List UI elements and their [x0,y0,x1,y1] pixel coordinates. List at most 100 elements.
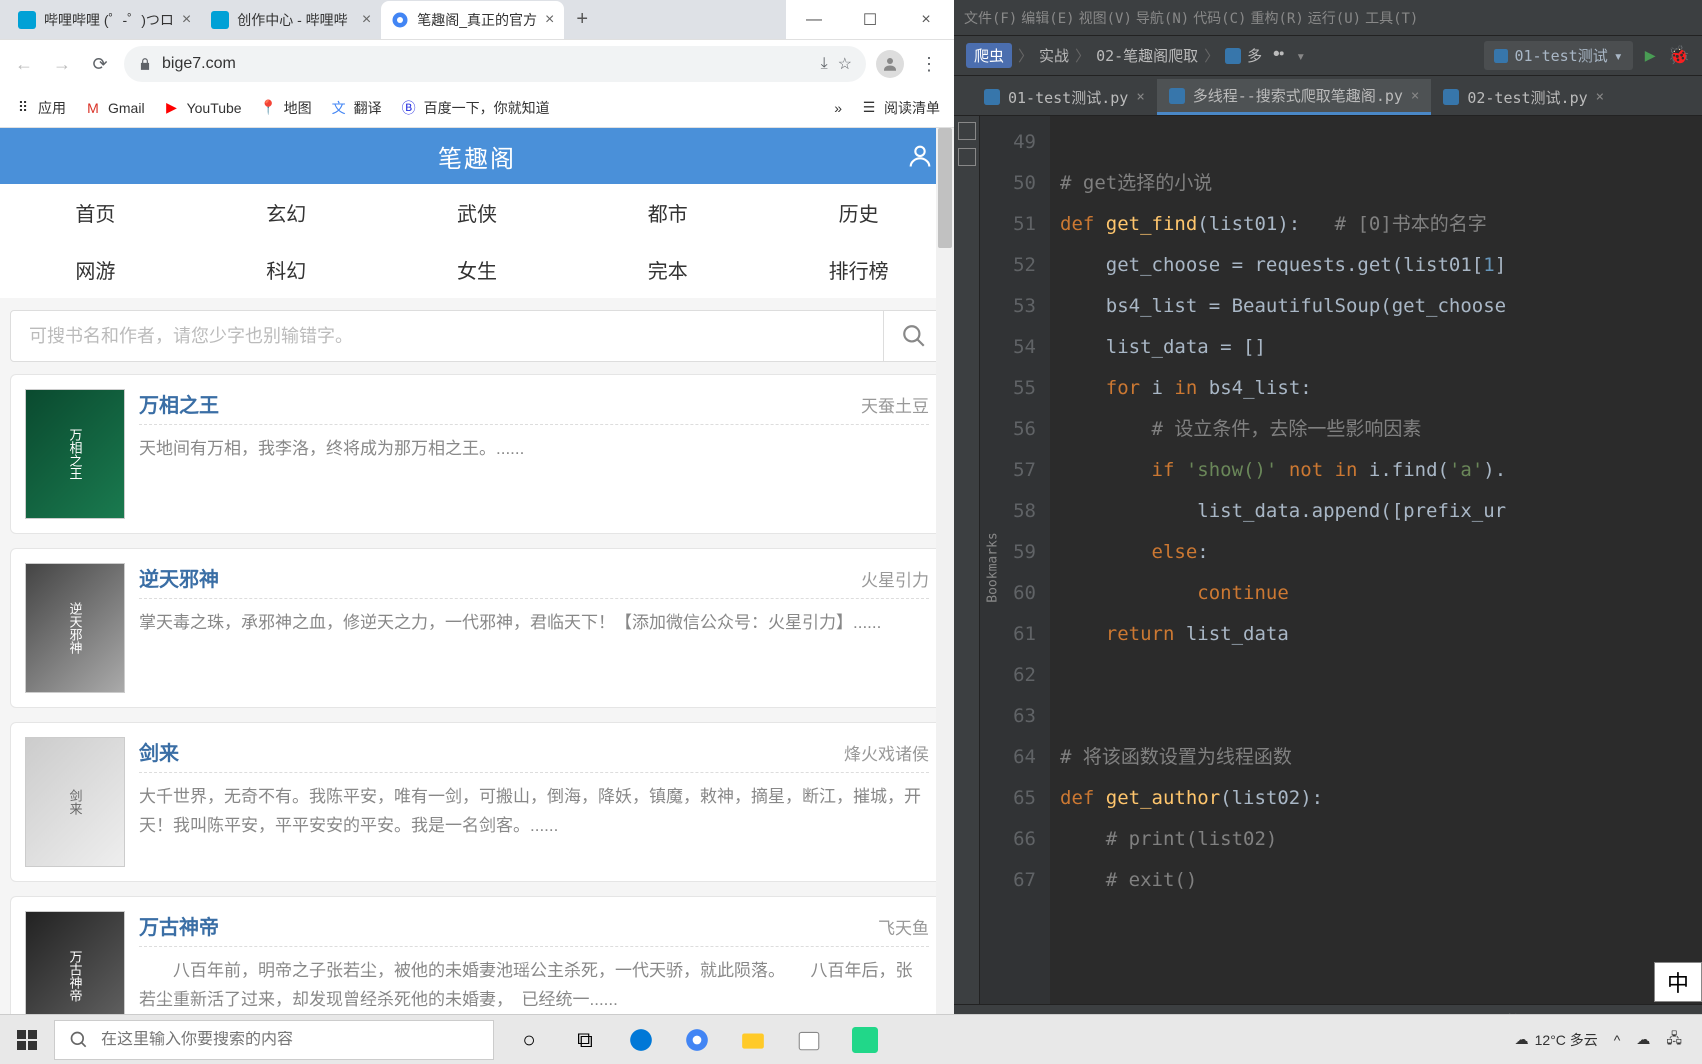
category-link[interactable]: 历史 [763,184,954,241]
category-link[interactable]: 科幻 [191,241,382,298]
install-icon[interactable]: ⤓ [821,55,828,73]
browser-tab[interactable]: 哔哩哔哩 (゜-゜)つロ × [8,1,201,39]
category-link[interactable]: 排行榜 [763,241,954,298]
pycharm-button[interactable] [838,1015,892,1064]
edge-button[interactable] [614,1015,668,1064]
apps-button[interactable]: ⠿应用 [14,98,66,118]
scrollbar[interactable] [936,128,954,1064]
structure-tool-button[interactable] [958,148,976,166]
explorer-button[interactable] [726,1015,780,1064]
book-title[interactable]: 万古神帝 [139,911,219,940]
category-link[interactable]: 首页 [0,184,191,241]
taskbar-search-input[interactable] [101,1031,479,1049]
editor-tab[interactable]: 02-test测试.py× [1431,79,1616,115]
book-title[interactable]: 万相之王 [139,389,219,418]
menu-item[interactable]: 运行(U) [1308,8,1361,28]
minimize-button[interactable]: — [786,0,842,39]
user-icon[interactable] [906,142,934,170]
run-button[interactable]: ▶ [1645,45,1656,66]
network-icon[interactable]: 🖧 [1666,1028,1682,1052]
reload-button[interactable]: ⟳ [86,50,114,78]
address-bar[interactable]: bige7.com ⤓ ☆ [124,46,866,82]
menu-item[interactable]: 编辑(E) [1021,8,1074,28]
category-link[interactable]: 网游 [0,241,191,298]
category-link[interactable]: 女生 [382,241,573,298]
search-button[interactable] [883,311,943,361]
close-icon[interactable]: × [182,11,191,29]
book-card[interactable]: 万相之王 万相之王 天蚕土豆 天地间有万相，我李洛，终将成为那万相之王。....… [10,374,944,534]
close-icon[interactable]: × [545,11,554,29]
star-icon[interactable]: ☆ [838,54,852,74]
site-header: 笔趣阁 [0,128,954,184]
bookmark-gmail[interactable]: MGmail [84,99,145,117]
book-card[interactable]: 剑来 剑来 烽火戏诸侯 大千世界，无奇不有。我陈平安，唯有一剑，可搬山，倒海，降… [10,722,944,882]
category-link[interactable]: 武侠 [382,184,573,241]
menu-item[interactable]: 视图(V) [1079,8,1132,28]
bookmark-label: 翻译 [354,98,382,118]
ime-indicator[interactable]: 中 [1654,962,1702,1002]
start-button[interactable] [0,1015,54,1064]
bookmark-maps[interactable]: 📍地图 [260,98,312,118]
close-icon[interactable]: × [362,11,371,29]
menu-item[interactable]: 文件(F) [964,8,1017,28]
category-link[interactable]: 玄幻 [191,184,382,241]
book-title[interactable]: 逆天邪神 [139,563,219,592]
crumb[interactable]: 实战 [1039,45,1069,66]
taskbar-search[interactable] [54,1020,494,1060]
reading-list-button[interactable]: ☰阅读清单 [860,98,940,118]
edge-icon [628,1027,654,1053]
bookmark-baidu[interactable]: Ⓑ百度一下，你就知道 [400,98,550,118]
bookmark-youtube[interactable]: ▶YouTube [163,99,242,117]
editor-tab[interactable]: 多线程--搜索式爬取笔趣阁.py× [1157,79,1432,115]
tray-chevron-icon[interactable]: ^ [1614,1032,1621,1048]
store-button[interactable] [782,1015,836,1064]
close-icon[interactable]: × [1136,89,1144,105]
menu-item[interactable]: 工具(T) [1365,8,1418,28]
debug-button[interactable]: 🐞 [1668,45,1690,66]
browser-tab[interactable]: 创作中心 - 哔哩哔 × [201,1,381,39]
forward-button[interactable]: → [48,50,76,78]
back-button[interactable]: ← [10,50,38,78]
close-icon[interactable]: × [1411,88,1419,104]
category-link[interactable]: 完本 [572,241,763,298]
chrome-button[interactable] [670,1015,724,1064]
line-number: 65 [980,778,1036,819]
search-input[interactable] [11,326,883,347]
book-cover: 逆天邪神 [25,563,125,693]
bookmark-translate[interactable]: 文翻译 [330,98,382,118]
code-editor[interactable]: 49505152535455565758596061626364656667 #… [980,116,1702,1004]
bookmarks-tool-label[interactable]: Bookmarks [986,532,1001,602]
python-icon [1225,48,1241,64]
weather-widget[interactable]: ☁12°C 多云 [1515,1030,1598,1050]
store-icon [796,1027,822,1053]
menu-item[interactable]: 代码(C) [1193,8,1246,28]
project-tool-button[interactable] [958,122,976,140]
onedrive-icon[interactable]: ☁ [1636,1031,1650,1048]
new-tab-button[interactable]: + [564,8,600,31]
menu-item[interactable]: 重构(R) [1250,8,1303,28]
category-link[interactable]: 都市 [572,184,763,241]
close-icon[interactable]: × [1596,89,1604,105]
browser-tab-active[interactable]: 笔趣阁_真正的官方 × [381,1,564,39]
scrollbar-thumb[interactable] [938,128,952,248]
bookmarks-overflow[interactable]: » [834,100,842,116]
ide-toolbar: 爬虫 〉 实战 〉 02-笔趣阁爬取 〉 多 ▾ 01-test测试 ▾ ▶ 🐞 [954,36,1702,76]
crumb[interactable]: 多 [1247,45,1262,66]
profile-avatar[interactable] [876,50,904,78]
book-title[interactable]: 剑来 [139,737,179,766]
run-config-selector[interactable]: 01-test测试 ▾ [1484,41,1632,70]
editor-tab[interactable]: 01-test测试.py× [972,79,1157,115]
chevron-down-icon[interactable]: ▾ [1296,47,1305,65]
crumb[interactable]: 02-笔趣阁爬取 [1096,45,1198,66]
crumb[interactable]: 爬虫 [966,43,1012,68]
chrome-menu-button[interactable]: ⋮ [914,54,944,75]
users-icon[interactable] [1268,48,1290,64]
menu-item[interactable]: 导航(N) [1136,8,1189,28]
code-area[interactable]: # get选择的小说 def get_find(list01): # [0]书本… [1050,116,1702,1004]
close-button[interactable]: × [898,0,954,39]
maximize-button[interactable]: ☐ [842,0,898,39]
youtube-icon: ▶ [163,99,181,117]
task-view-button[interactable]: ⧉ [558,1015,612,1064]
book-card[interactable]: 逆天邪神 逆天邪神 火星引力 掌天毒之珠，承邪神之血，修逆天之力，一代邪神，君临… [10,548,944,708]
cortana-button[interactable]: ○ [502,1015,556,1064]
